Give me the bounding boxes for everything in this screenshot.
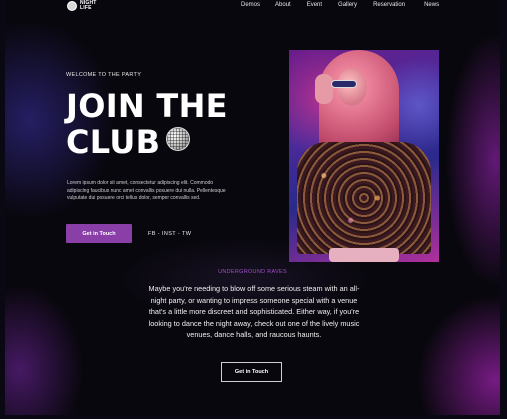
logo-text: NIGHT LIFE: [80, 1, 97, 11]
social-link-tw[interactable]: TW: [182, 231, 191, 237]
photo-waist: [329, 248, 399, 262]
photo-sunglasses: [331, 80, 357, 88]
nav-item-reservation[interactable]: Reservation: [373, 2, 405, 8]
landing-page: NIGHT LIFE Demos About Event Gallery Res…: [5, 0, 500, 415]
nav-item-demos[interactable]: Demos: [241, 2, 260, 8]
social-link-fb[interactable]: FB: [148, 231, 156, 237]
main-nav: Demos About Event Gallery Reservation Ne…: [241, 2, 439, 8]
photo-sequin-top: [297, 142, 431, 254]
logo-line-2: LIFE: [80, 5, 92, 11]
disco-ball-icon: [166, 127, 191, 151]
social-link-inst[interactable]: INST: [162, 231, 176, 237]
hero-description: Lorem ipsum dolor sit amet, consectetur …: [67, 180, 226, 202]
photo-hand: [315, 74, 333, 104]
hero-title: JOIN THE CLUB: [66, 88, 228, 160]
get-in-touch-button[interactable]: Get in Touch: [66, 224, 132, 243]
hero-eyebrow: WELCOME TO THE PARTY: [66, 72, 142, 78]
nav-item-gallery[interactable]: Gallery: [338, 2, 357, 8]
get-in-touch-outline-button[interactable]: Get in Touch: [221, 362, 282, 382]
section-kicker: UNDERGROUND RAVES: [218, 269, 287, 275]
nav-item-news[interactable]: News: [424, 2, 439, 8]
hero-title-line-2-wrap: CLUB: [66, 124, 228, 160]
hero-title-line-2: CLUB: [66, 123, 161, 161]
hero-photo: [289, 50, 439, 262]
nav-item-about[interactable]: About: [275, 2, 291, 8]
section-body: Maybe you're needing to blow off some se…: [148, 284, 360, 340]
nav-item-event[interactable]: Event: [307, 2, 322, 8]
social-links: FB - INST - TW: [148, 231, 191, 237]
disco-ball-logo-icon: [67, 1, 77, 11]
site-logo[interactable]: NIGHT LIFE: [67, 1, 97, 11]
hero-title-line-1: JOIN THE: [66, 87, 228, 125]
